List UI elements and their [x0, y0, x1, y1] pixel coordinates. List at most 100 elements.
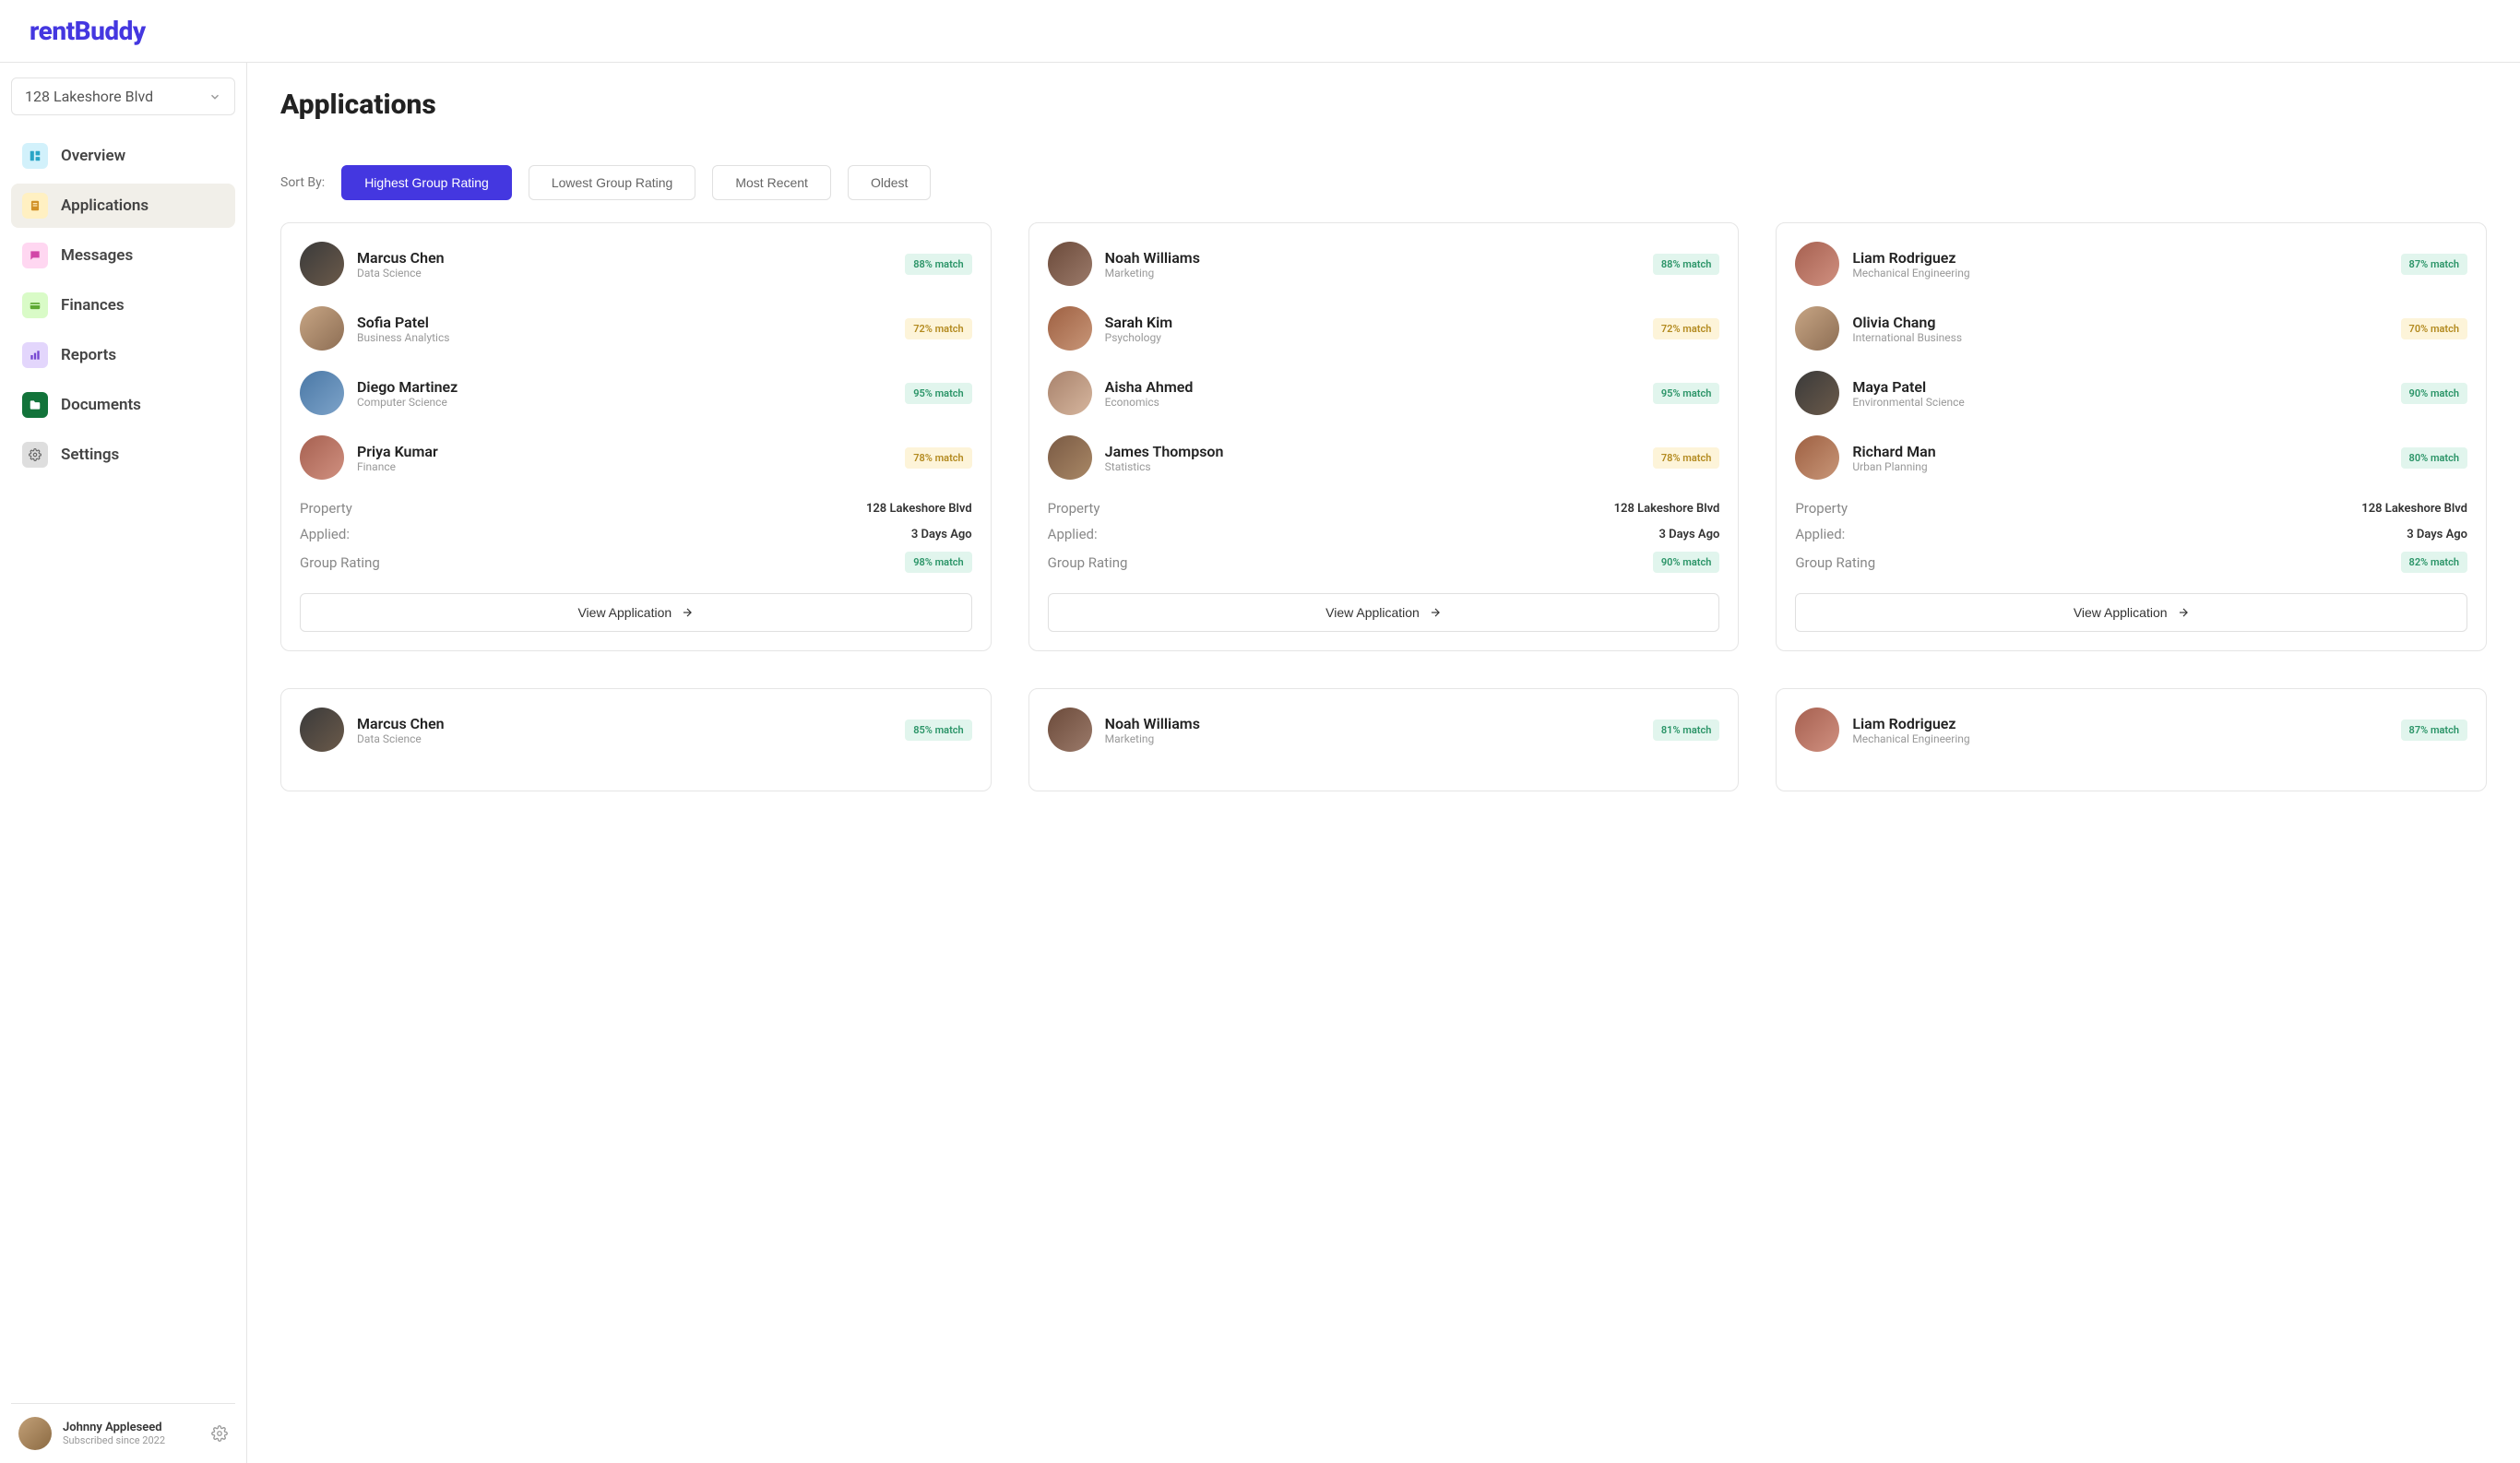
view-application-button[interactable]: View Application: [1048, 593, 1720, 632]
applicant-avatar: [1795, 371, 1839, 415]
applicant-row: Sarah KimPsychology72% match: [1048, 306, 1720, 351]
match-badge: 88% match: [905, 254, 971, 275]
gear-icon[interactable]: [211, 1425, 228, 1442]
applicant-name: Marcus Chen: [357, 249, 892, 267]
applicant-major: Psychology: [1105, 331, 1640, 344]
applicant-avatar: [1048, 708, 1092, 752]
meta-label-applied: Applied:: [1795, 526, 1845, 542]
group-match-badge: 98% match: [905, 552, 971, 573]
sidebar-item-finances[interactable]: Finances: [11, 283, 235, 327]
meta-label-group-rating: Group Rating: [1795, 554, 1875, 571]
arrow-right-icon: [681, 606, 694, 619]
meta-label-applied: Applied:: [300, 526, 350, 542]
sidebar-item-applications[interactable]: Applications: [11, 184, 235, 228]
sidebar-item-label: Messages: [61, 246, 133, 265]
applicant-name: Liam Rodriguez: [1852, 715, 2387, 732]
sort-lowest-group-rating[interactable]: Lowest Group Rating: [529, 165, 696, 200]
reports-icon: [22, 342, 48, 368]
applicant-major: Environmental Science: [1852, 396, 2387, 409]
sidebar-item-label: Finances: [61, 296, 125, 315]
applicant-name: Liam Rodriguez: [1852, 249, 2387, 267]
user-avatar: [18, 1417, 52, 1450]
applicant-avatar: [300, 306, 344, 351]
view-application-button[interactable]: View Application: [1795, 593, 2467, 632]
view-application-button[interactable]: View Application: [300, 593, 972, 632]
meta-value-property: 128 Lakeshore Blvd: [2361, 502, 2467, 516]
user-name: Johnny Appleseed: [63, 1421, 200, 1434]
applicant-row: Noah WilliamsMarketing81% match: [1048, 708, 1720, 752]
applicant-major: Finance: [357, 460, 892, 473]
sidebar-item-messages[interactable]: Messages: [11, 233, 235, 278]
chevron-down-icon: [208, 90, 221, 103]
applicant-name: Noah Williams: [1105, 715, 1640, 732]
settings-icon: [22, 442, 48, 468]
applicant-name: Maya Patel: [1852, 378, 2387, 396]
sort-most-recent[interactable]: Most Recent: [712, 165, 831, 200]
group-match-badge: 90% match: [1653, 552, 1719, 573]
applicant-name: Olivia Chang: [1852, 314, 2387, 331]
applicant-row: Olivia ChangInternational Business 70% ma…: [1795, 306, 2467, 351]
applicant-major: International Business: [1852, 331, 2387, 344]
sidebar-item-label: Overview: [61, 147, 125, 165]
page-title: Applications: [280, 89, 2487, 121]
application-card: Marcus ChenData Science85% match: [280, 688, 992, 791]
applicant-row: Noah WilliamsMarketing88% match: [1048, 242, 1720, 286]
sidebar-item-documents[interactable]: Documents: [11, 383, 235, 427]
applicant-avatar: [300, 435, 344, 480]
applicant-name: James Thompson: [1105, 443, 1640, 460]
applicant-major: Statistics: [1105, 460, 1640, 473]
applicant-row: Liam RodriguezMechanical Engineering87% …: [1795, 242, 2467, 286]
match-badge: 72% match: [905, 318, 971, 339]
match-badge: 87% match: [2401, 720, 2467, 741]
sort-oldest[interactable]: Oldest: [848, 165, 931, 200]
messages-icon: [22, 243, 48, 268]
applicant-name: Priya Kumar: [357, 443, 892, 460]
match-badge: 85% match: [905, 720, 971, 741]
applicant-avatar: [1048, 306, 1092, 351]
documents-icon: [22, 392, 48, 418]
applicant-row: Richard ManUrban Planning80% match: [1795, 435, 2467, 480]
sidebar-item-settings[interactable]: Settings: [11, 433, 235, 477]
finances-icon: [22, 292, 48, 318]
applicant-avatar: [300, 371, 344, 415]
applicant-avatar: [1048, 435, 1092, 480]
meta-label-group-rating: Group Rating: [1048, 554, 1128, 571]
application-card: Marcus ChenData Science88% matchSofia Pa…: [280, 222, 992, 651]
match-badge: 78% match: [1653, 447, 1719, 469]
applicant-avatar: [1795, 306, 1839, 351]
applicant-avatar: [1048, 371, 1092, 415]
application-card: Liam RodriguezMechanical Engineering 87% …: [1776, 688, 2487, 791]
applicant-major: Mechanical Engineering: [1852, 732, 2387, 745]
applicant-row: Marcus ChenData Science85% match: [300, 708, 972, 752]
applicant-row: Aisha AhmedEconomics95% match: [1048, 371, 1720, 415]
overview-icon: [22, 143, 48, 169]
applicant-avatar: [1795, 242, 1839, 286]
sidebar-item-label: Documents: [61, 396, 141, 414]
applicant-major: Economics: [1105, 396, 1640, 409]
group-match-badge: 82% match: [2401, 552, 2467, 573]
match-badge: 90% match: [2401, 383, 2467, 404]
meta-label-property: Property: [1795, 500, 1848, 517]
meta-value-property: 128 Lakeshore Blvd: [1614, 502, 1720, 516]
applicant-row: James ThompsonStatistics 78% match: [1048, 435, 1720, 480]
property-selector[interactable]: 128 Lakeshore Blvd: [11, 77, 235, 115]
applicant-major: Marketing: [1105, 267, 1640, 280]
applicant-row: Marcus ChenData Science 88% match: [300, 242, 972, 286]
sort-highest-group-rating[interactable]: Highest Group Rating: [341, 165, 512, 200]
applicant-row: Liam RodriguezMechanical Engineering 87% …: [1795, 708, 2467, 752]
applicant-major: Computer Science: [357, 396, 892, 409]
applicant-row: Maya PatelEnvironmental Science 90% match: [1795, 371, 2467, 415]
applicant-major: Data Science: [357, 267, 892, 280]
meta-label-applied: Applied:: [1048, 526, 1098, 542]
applicant-major: Urban Planning: [1852, 460, 2387, 473]
arrow-right-icon: [2177, 606, 2190, 619]
applicant-major: Business Analytics: [357, 331, 892, 344]
brand-logo: rentBuddy: [30, 16, 146, 46]
applicant-major: Mechanical Engineering: [1852, 267, 2387, 280]
match-badge: 70% match: [2401, 318, 2467, 339]
property-selector-value: 128 Lakeshore Blvd: [25, 88, 153, 105]
applicant-name: Aisha Ahmed: [1105, 378, 1640, 396]
sidebar-item-overview[interactable]: Overview: [11, 134, 235, 178]
meta-value-applied: 3 Days Ago: [1659, 528, 1720, 541]
sidebar-item-reports[interactable]: Reports: [11, 333, 235, 377]
